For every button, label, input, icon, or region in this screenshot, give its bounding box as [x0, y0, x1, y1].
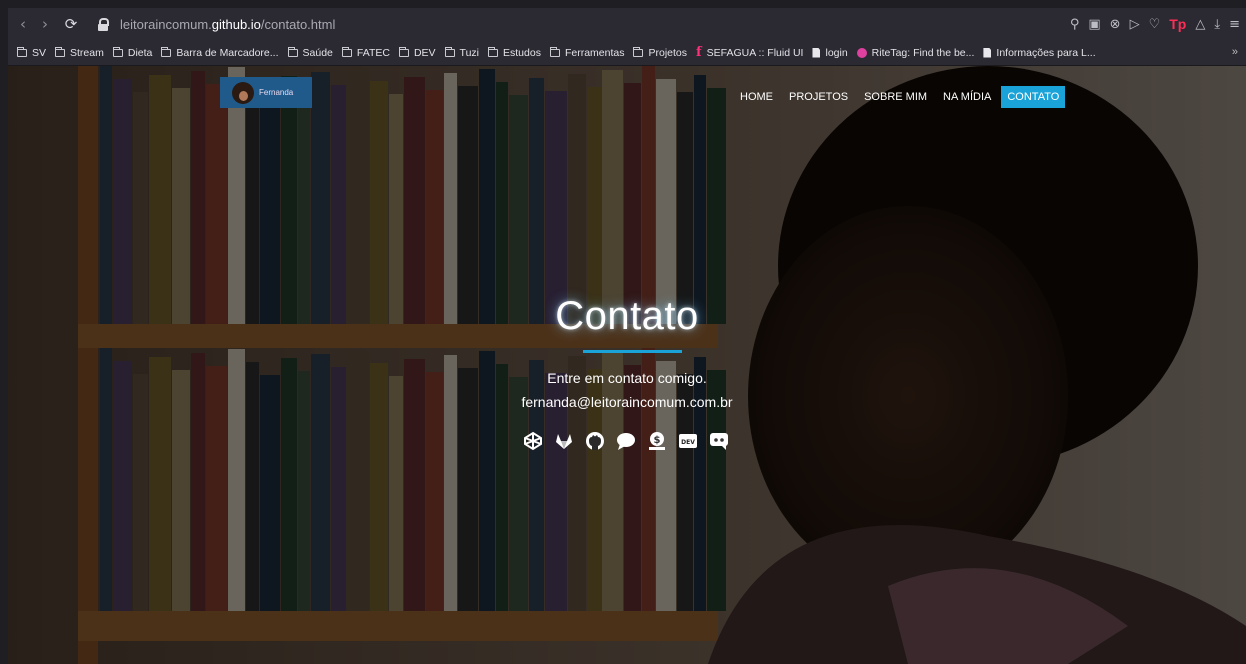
contact-email[interactable]: fernanda@leitoraincomum.com.br [8, 394, 1246, 410]
bookmark-item[interactable]: Informações para L... [983, 46, 1096, 59]
folder-icon [287, 46, 298, 57]
bookmark-label: Saúde [302, 46, 333, 59]
block-icon[interactable]: ⊗ [1110, 17, 1121, 32]
bookmark-item[interactable]: f SEFAGUA :: Fluid UI [696, 45, 803, 60]
bookmark-item[interactable]: Ferramentas [549, 46, 625, 59]
logo-name: Fernanda [259, 88, 294, 97]
address-bar[interactable]: leitoraincomum.github.io/contato.html [120, 17, 335, 32]
logo-text: Fernanda [259, 88, 293, 97]
folder-icon [112, 46, 123, 57]
document-icon [812, 47, 821, 58]
bookmark-label: Ferramentas [564, 46, 625, 59]
github-icon[interactable] [584, 430, 605, 451]
camera-icon[interactable]: ▣ [1088, 17, 1100, 32]
bookmark-item[interactable]: Projetos [633, 46, 688, 59]
avatar [232, 81, 254, 104]
folder-icon [17, 46, 27, 57]
bookmark-item[interactable]: login [812, 46, 848, 59]
main-nav: HOME PROJETOS SOBRE MIM NA MÍDIA CONTATO [734, 86, 1069, 108]
document-icon [983, 47, 992, 58]
site-logo[interactable]: Fernanda [220, 77, 312, 108]
bookmark-label: Barra de Marcadore... [176, 46, 279, 59]
fluid-icon: f [696, 45, 702, 60]
folder-icon [341, 46, 352, 57]
forward-icon[interactable]: › [34, 15, 56, 33]
send-icon[interactable]: ▷ [1130, 17, 1140, 32]
folder-icon [55, 46, 66, 57]
bookmark-item[interactable]: Barra de Marcadore... [161, 46, 279, 59]
bookmark-item[interactable]: SV [17, 46, 47, 59]
cube-icon[interactable]: △ [1195, 17, 1205, 32]
discord-icon[interactable] [708, 430, 729, 451]
nav-item[interactable]: HOME [734, 86, 779, 108]
folder-icon [633, 46, 644, 57]
web-page: Fernanda HOME PROJETOS SOBRE MIM NA MÍDIA CO… [8, 66, 1246, 664]
dev-badge: DEV [681, 439, 695, 446]
nav-item[interactable]: NA MÍDIA [937, 86, 997, 108]
bookmark-label: RiteTag: Find the be... [871, 46, 975, 59]
folder-icon [161, 46, 172, 57]
nav-item[interactable]: PROJETOS [783, 86, 854, 108]
bookmark-item[interactable]: DEV [398, 46, 436, 59]
bookmark-label: login [825, 46, 848, 59]
address-toolbar: ‹ › ⟳ leitoraincomum.github.io/contato.h… [8, 8, 1246, 40]
codepen-icon[interactable] [522, 430, 543, 451]
gitlab-icon[interactable] [553, 430, 574, 451]
bookmark-label: Informações para L... [996, 46, 1096, 59]
bookmark-label: FATEC [356, 46, 390, 59]
dark-overlay [8, 66, 1246, 664]
bookmark-item[interactable]: Dieta [112, 46, 153, 59]
bookmark-label: DEV [413, 46, 436, 59]
lock-icon[interactable] [98, 18, 109, 31]
folder-icon [398, 46, 409, 57]
bookmark-label: Dieta [127, 46, 153, 59]
ritetag-icon [856, 47, 867, 58]
bookmark-label: Tuzi [459, 46, 479, 59]
bookmarks-overflow-button[interactable]: » [1232, 40, 1238, 65]
page-title: Contato [555, 294, 699, 338]
back-icon[interactable]: ‹ [12, 15, 34, 33]
folder-icon [488, 46, 498, 57]
folder-icon [444, 46, 455, 57]
url-domain: github.io [211, 16, 261, 32]
url-path: /contato.html [260, 16, 336, 32]
bookmark-item[interactable]: Stream [55, 46, 104, 59]
bookmark-label: SEFAGUA :: Fluid UI [706, 46, 804, 59]
bookmark-label: Estudos [503, 46, 541, 59]
svg-text:$: $ [653, 435, 660, 446]
nav-item[interactable]: SOBRE MIM [858, 86, 933, 108]
toolbar-icons: ⚲ ▣ ⊗ ▷ ♡ Tp △ ⤓ ≡ [1070, 8, 1240, 40]
folder-icon [549, 46, 560, 57]
reload-icon[interactable]: ⟳ [60, 15, 82, 33]
menu-icon[interactable]: ≡ [1229, 17, 1240, 32]
bookmark-item[interactable]: Tuzi [444, 46, 479, 59]
dev-icon[interactable]: DEV [677, 430, 698, 451]
bookmarks-bar: SV Stream Dieta Barra de Marcadore... Saúde F… [8, 40, 1246, 66]
title-underline [583, 350, 682, 353]
bookmark-label: Stream [70, 46, 104, 59]
bookmark-label: SV [32, 46, 47, 59]
social-links: $ DEV [522, 430, 729, 451]
download-icon[interactable]: ⤓ [1214, 17, 1220, 32]
nav-item[interactable]: CONTATO [1001, 86, 1066, 108]
heart-icon[interactable]: ♡ [1149, 17, 1161, 32]
chat-icon[interactable] [615, 430, 636, 451]
search-icon[interactable]: ⚲ [1070, 17, 1080, 32]
profile-badge[interactable]: Tp [1169, 16, 1186, 32]
bookmark-item[interactable]: FATEC [341, 46, 390, 59]
bookmark-label: Projetos [648, 46, 688, 59]
browser-window: ‹ › ⟳ leitoraincomum.github.io/contato.h… [8, 8, 1246, 664]
page-subtitle: Entre em contato comigo. [547, 370, 707, 386]
bookmark-item[interactable]: RiteTag: Find the be... [856, 46, 975, 59]
dollar-coin-icon[interactable]: $ [646, 430, 667, 451]
bookmark-item[interactable]: Estudos [488, 46, 541, 59]
url-prefix: leitoraincomum. [120, 16, 212, 32]
bookmark-item[interactable]: Saúde [287, 46, 333, 59]
